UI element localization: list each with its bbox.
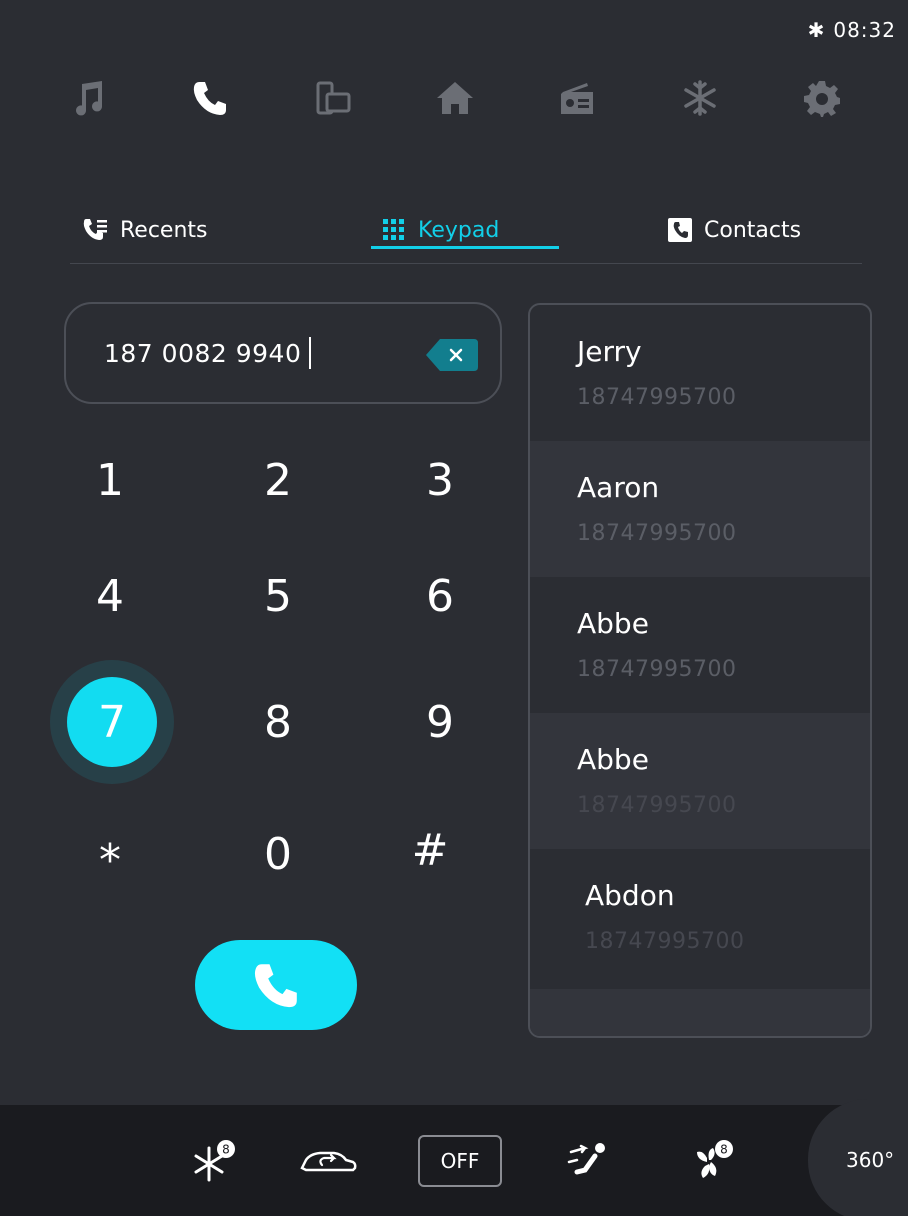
contacts-book-icon — [668, 218, 692, 242]
active-tab-indicator — [371, 246, 559, 249]
mirror-screen-icon — [316, 81, 351, 115]
fan-speed-button[interactable]: 8 — [684, 1133, 740, 1189]
radio-icon — [561, 83, 594, 114]
off-label: OFF — [440, 1149, 480, 1173]
nav-home[interactable] — [407, 70, 503, 126]
dial-number-field[interactable]: 187 0082 9940 — [64, 302, 502, 404]
key-1[interactable]: 1 — [50, 420, 170, 540]
dialed-number: 187 0082 9940 — [104, 338, 302, 368]
key-3[interactable]: 3 — [380, 420, 500, 540]
svg-text:8: 8 — [222, 1143, 230, 1157]
seat-airflow-icon — [567, 1143, 605, 1175]
contact-name: Abdon — [585, 879, 675, 912]
text-caret — [309, 337, 312, 369]
backspace-button[interactable] — [424, 337, 480, 373]
contact-number: 18747995700 — [577, 521, 737, 546]
nav-phone[interactable] — [162, 70, 258, 126]
nav-radio[interactable] — [529, 70, 625, 126]
view-360-label: 360° — [846, 1148, 895, 1172]
key-7[interactable]: 7 — [50, 660, 174, 784]
phone-icon — [194, 82, 227, 115]
svg-text:8: 8 — [720, 1143, 728, 1157]
climate-icon — [683, 80, 716, 116]
music-icon — [76, 81, 103, 116]
view-360-button[interactable]: 360° — [808, 1099, 908, 1216]
tab-contacts-label: Contacts — [704, 217, 802, 243]
key-0[interactable]: 0 — [218, 794, 338, 914]
contact-item[interactable]: Abbe 18747995700 — [530, 577, 870, 713]
contact-number: 18747995700 — [577, 793, 737, 818]
call-button[interactable] — [195, 940, 357, 1030]
tab-contacts[interactable]: Contacts — [666, 206, 801, 254]
key-8[interactable]: 8 — [218, 662, 338, 782]
tab-recents-label: Recents — [120, 217, 208, 243]
contact-suggestions: Jerry 18747995700 Aaron 18747995700 Abbe… — [528, 303, 872, 1038]
phone-call-icon — [254, 964, 297, 1008]
phone-tabs: Recents Keypad Contacts — [70, 200, 862, 264]
bluetooth-icon: ✱ — [807, 18, 826, 42]
key-5[interactable]: 5 — [218, 536, 338, 656]
contact-item[interactable]: Abbe 18747995700 — [530, 713, 870, 849]
key-2[interactable]: 2 — [218, 420, 338, 540]
contact-number: 18747995700 — [577, 657, 737, 682]
status-bar: ✱ 08:32 — [808, 18, 896, 42]
contact-item[interactable]: Aaron 18747995700 — [530, 441, 870, 577]
front-defrost-button[interactable]: 8 — [186, 1133, 242, 1189]
contact-name: Abbe — [577, 743, 649, 776]
car-recirculation-icon — [300, 1151, 357, 1172]
contact-item[interactable]: Jerry 18747995700 — [530, 305, 870, 441]
nav-music[interactable] — [40, 70, 136, 126]
key-star[interactable]: * — [50, 800, 170, 920]
nav-screen-mirror[interactable] — [285, 70, 381, 126]
airflow-mode-button[interactable] — [560, 1133, 616, 1189]
key-6[interactable]: 6 — [380, 536, 500, 656]
key-9[interactable]: 9 — [380, 662, 500, 782]
panel-footer — [530, 989, 870, 1036]
keypad-icon — [383, 219, 404, 240]
contact-name: Jerry — [577, 335, 642, 368]
backspace-icon — [426, 339, 478, 371]
settings-icon — [803, 81, 840, 117]
contact-number: 18747995700 — [585, 929, 745, 954]
home-icon — [436, 82, 473, 114]
top-nav — [40, 70, 870, 126]
dial-keypad: 1 2 3 4 5 6 7 8 9 * 0 # — [40, 420, 520, 920]
contact-name: Abbe — [577, 607, 649, 640]
contact-item[interactable]: Abdon 18747995700 — [530, 849, 870, 985]
nav-climate[interactable] — [652, 70, 748, 126]
contact-name: Aaron — [577, 471, 660, 504]
clock: 08:32 — [833, 18, 896, 42]
tab-recents[interactable]: Recents — [82, 206, 208, 254]
recirculation-button[interactable] — [298, 1133, 358, 1189]
contact-number: 18747995700 — [577, 385, 737, 410]
key-4[interactable]: 4 — [50, 536, 170, 656]
fan-icon: 8 — [697, 1140, 733, 1178]
recents-icon — [83, 219, 107, 240]
key-hash[interactable]: # — [370, 790, 490, 910]
snowflake-fan-icon: 8 — [194, 1140, 235, 1182]
nav-settings[interactable] — [774, 70, 870, 126]
climate-bar: 8 OFF 8 360° — [0, 1099, 908, 1216]
tab-keypad-label: Keypad — [418, 217, 500, 243]
climate-off-button[interactable]: OFF — [418, 1135, 502, 1187]
